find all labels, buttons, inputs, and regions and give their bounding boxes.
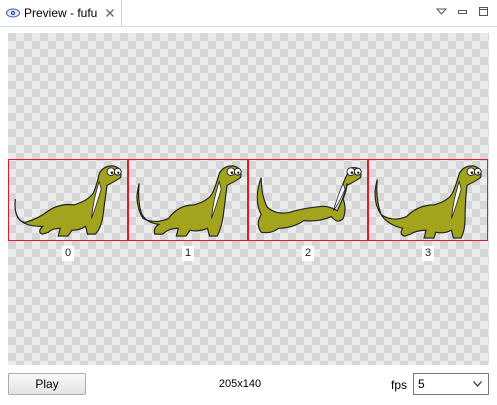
- frame-label: 2: [302, 246, 314, 261]
- view-menu-icon[interactable]: [436, 6, 447, 17]
- dinosaur-sprite: [374, 165, 482, 239]
- dinosaur-sprite: [256, 166, 362, 234]
- sprite-frame: [368, 159, 488, 241]
- frame-label: 0: [62, 246, 74, 261]
- preview-canvas: 0 1 2 3: [8, 33, 489, 365]
- fps-label: fps: [391, 378, 408, 392]
- fps-select[interactable]: 5: [413, 373, 489, 395]
- sprite-frame: [8, 159, 128, 241]
- preview-controls: Play 205x140 fps 5: [0, 368, 497, 405]
- play-button[interactable]: Play: [8, 373, 86, 395]
- tab-title: Preview - fufu: [24, 6, 98, 20]
- frame-dimensions: 205x140: [218, 378, 262, 390]
- view-title-bar: Preview - fufu: [0, 0, 497, 27]
- close-icon[interactable]: [105, 8, 115, 18]
- preview-tab[interactable]: Preview - fufu: [0, 0, 122, 26]
- chevron-down-icon: [473, 381, 482, 387]
- view-actions: [436, 6, 489, 17]
- dinosaur-sprite: [14, 165, 122, 237]
- minimize-icon[interactable]: [457, 6, 468, 17]
- dinosaur-sprite: [136, 165, 242, 237]
- frame-label: 3: [422, 246, 434, 261]
- eye-icon: [6, 8, 20, 18]
- frame-label: 1: [182, 246, 194, 261]
- fps-value: 5: [418, 377, 425, 391]
- maximize-icon[interactable]: [478, 6, 489, 17]
- sprite-frame: [128, 159, 248, 241]
- sprite-frame: [248, 159, 368, 241]
